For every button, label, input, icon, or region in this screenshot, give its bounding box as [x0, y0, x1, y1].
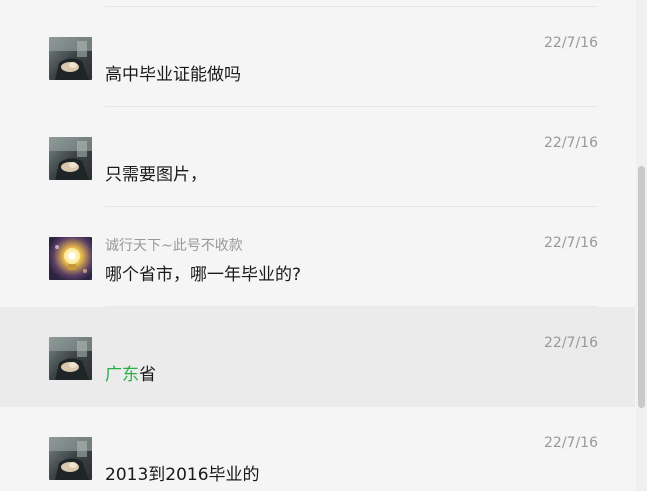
list-item[interactable]: 只需要图片， 22/7/16 [0, 107, 635, 207]
message-text: 2013到2016毕业的 [105, 465, 260, 485]
sender-name: 诚行天下~此号不收款 [105, 238, 243, 254]
avatar[interactable] [49, 37, 92, 80]
message-text: 广东省 [105, 360, 156, 385]
message-text: 高中毕业证能做吗 [105, 65, 241, 85]
scrollbar-thumb[interactable] [638, 166, 645, 408]
avatar[interactable] [49, 137, 92, 180]
message-date: 22/7/16 [544, 235, 598, 251]
avatar[interactable] [49, 437, 92, 480]
person-photo-icon [49, 137, 92, 180]
keyword-highlight: 广东 [105, 365, 139, 385]
scrollbar[interactable] [636, 0, 647, 491]
avatar[interactable] [49, 237, 92, 280]
message-date: 22/7/16 [544, 335, 598, 351]
person-photo-icon [49, 37, 92, 80]
list-item[interactable]: 广东省 22/7/16 [0, 307, 635, 407]
list-item[interactable]: 高中毕业证能做吗 22/7/16 [0, 7, 635, 107]
message-list: 高中毕业证能做吗 22/7/16 只需要图片， 22/7/16 诚行天下~此号不… [0, 0, 635, 491]
list-item[interactable]: 2013到2016毕业的 22/7/16 [0, 407, 635, 491]
message-text-rest: 省 [139, 365, 156, 385]
message-text: 只需要图片， [105, 165, 207, 185]
list-item[interactable]: 诚行天下~此号不收款 哪个省市，哪一年毕业的? 22/7/16 [0, 207, 635, 307]
message-date: 22/7/16 [544, 135, 598, 151]
message-date: 22/7/16 [544, 435, 598, 451]
message-text: 哪个省市，哪一年毕业的? [105, 265, 302, 285]
light-bulb-icon [49, 237, 92, 280]
avatar[interactable] [49, 337, 92, 380]
person-photo-icon [49, 437, 92, 480]
person-photo-icon [49, 337, 92, 380]
message-date: 22/7/16 [544, 35, 598, 51]
